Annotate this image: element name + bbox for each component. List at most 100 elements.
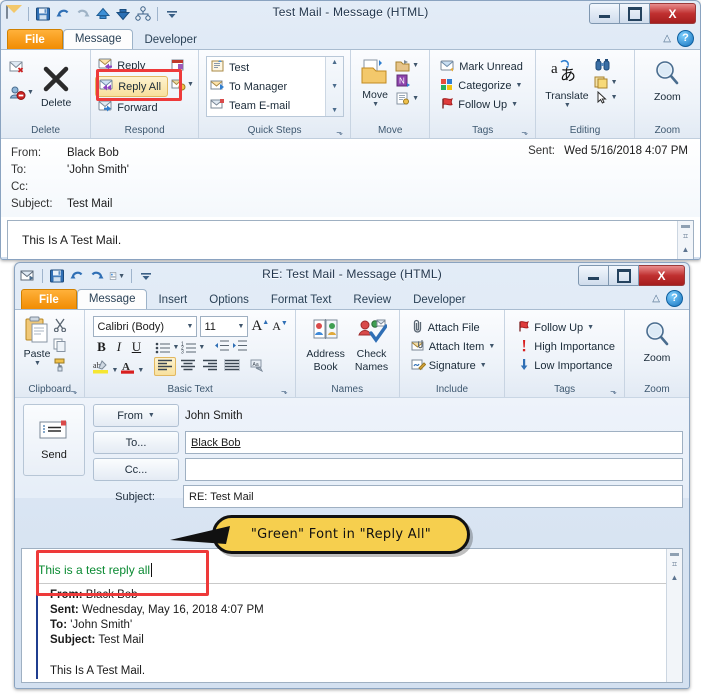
split-handle-icon[interactable]: ⌗ bbox=[683, 231, 688, 242]
from-dropdown-arrow[interactable]: ▼ bbox=[148, 412, 155, 419]
font-color-dropdown-arrow[interactable]: ▼ bbox=[137, 367, 144, 374]
highlight-dropdown-arrow[interactable]: ▼ bbox=[111, 367, 118, 374]
follow-up-button[interactable]: Follow Up ▼ bbox=[437, 95, 521, 114]
subject-input[interactable]: RE: Test Mail bbox=[183, 485, 683, 508]
quick-steps-dialog-launcher[interactable]: ⬎ bbox=[335, 128, 344, 137]
paste-button[interactable]: Paste ▼ bbox=[19, 315, 53, 367]
maximize-button[interactable] bbox=[620, 3, 650, 24]
options-icon[interactable]: ▼ bbox=[109, 268, 125, 284]
quick-access-toolbar-compose[interactable]: ▼ bbox=[20, 266, 154, 286]
workflow-icon[interactable] bbox=[135, 6, 151, 22]
attach-item-dropdown-arrow[interactable]: ▼ bbox=[488, 343, 495, 350]
compose-window-controls[interactable]: X bbox=[578, 265, 685, 286]
rules-dropdown-arrow[interactable]: ▼ bbox=[412, 62, 419, 69]
tab-file-compose[interactable]: File bbox=[21, 289, 77, 310]
clear-formatting-icon[interactable]: Aa bbox=[250, 359, 267, 375]
forward-button[interactable]: Forward bbox=[95, 98, 168, 117]
font-size-dropdown-arrow[interactable]: ▼ bbox=[238, 323, 245, 330]
tags-dialog-launcher[interactable]: ⬎ bbox=[520, 128, 529, 137]
cc-input[interactable] bbox=[185, 458, 683, 481]
align-right-icon[interactable] bbox=[200, 358, 220, 375]
shrink-font-icon[interactable]: A▼ bbox=[272, 319, 288, 334]
save-icon[interactable] bbox=[35, 6, 51, 22]
select-dropdown-arrow[interactable]: ▼ bbox=[611, 94, 618, 101]
to-input[interactable]: Black Bob bbox=[185, 431, 683, 454]
select-pointer-icon[interactable]: ▼ bbox=[594, 91, 618, 104]
follow-up-dropdown-arrow[interactable]: ▼ bbox=[511, 101, 518, 108]
font-color-icon[interactable]: A ▼ bbox=[120, 359, 144, 374]
close-button-compose[interactable]: X bbox=[639, 265, 685, 286]
next-item-icon[interactable] bbox=[115, 6, 131, 22]
font-size-value[interactable]: 11 bbox=[204, 321, 236, 333]
split-handle-icon-compose[interactable]: ⌗ bbox=[672, 559, 677, 570]
tab-review[interactable]: Review bbox=[342, 291, 402, 310]
follow-up-button-compose[interactable]: Follow Up ▼ bbox=[514, 318, 597, 337]
previous-item-icon[interactable] bbox=[95, 6, 111, 22]
mark-unread-button[interactable]: Mark Unread bbox=[437, 57, 526, 76]
justify-icon[interactable] bbox=[222, 358, 242, 375]
tab-format-text[interactable]: Format Text bbox=[260, 291, 343, 310]
rules-icon[interactable]: ▼ bbox=[395, 59, 419, 72]
redo-icon[interactable] bbox=[75, 6, 91, 22]
tab-message[interactable]: Message bbox=[62, 29, 134, 50]
reply-all-button[interactable]: Reply All bbox=[95, 76, 169, 97]
bullet-list-icon[interactable]: ▼ bbox=[155, 341, 179, 354]
attach-file-button[interactable]: Attach File bbox=[408, 318, 483, 337]
save-icon-compose[interactable] bbox=[49, 268, 65, 284]
format-painter-icon[interactable] bbox=[53, 358, 67, 375]
help-icon[interactable]: ? bbox=[677, 30, 694, 47]
actions-icon[interactable]: ▼ bbox=[395, 92, 419, 105]
text-highlight-icon[interactable]: ab ▼ bbox=[93, 359, 118, 374]
read-ribbon-tabs[interactable]: File Message Developer △ ? bbox=[1, 28, 700, 50]
ignore-icon[interactable] bbox=[9, 60, 34, 78]
undo-icon-compose[interactable] bbox=[69, 268, 85, 284]
send-button[interactable]: Send bbox=[23, 404, 85, 476]
read-window-controls[interactable]: X bbox=[589, 3, 696, 24]
tab-insert[interactable]: Insert bbox=[147, 291, 198, 310]
scroll-up-arrow-icon-compose[interactable]: ▲ bbox=[671, 573, 679, 582]
envelope-icon[interactable] bbox=[6, 5, 22, 22]
scroll-collapse-icon[interactable] bbox=[681, 225, 690, 228]
find-binoculars-icon[interactable] bbox=[594, 58, 618, 74]
high-importance-button[interactable]: High Importance bbox=[514, 337, 618, 356]
related-icon[interactable]: ▼ bbox=[594, 76, 618, 89]
zoom-button[interactable]: Zoom bbox=[647, 57, 687, 103]
quick-step-team-email[interactable]: Team E-mail bbox=[207, 96, 325, 115]
tab-message-compose[interactable]: Message bbox=[76, 289, 148, 310]
font-name-dropdown-arrow[interactable]: ▼ bbox=[187, 323, 194, 330]
minimize-button-compose[interactable] bbox=[578, 265, 609, 286]
junk-icon[interactable]: ▼ bbox=[9, 85, 34, 100]
numbered-list-icon[interactable]: 123 ▼ bbox=[181, 341, 205, 354]
minimize-button[interactable] bbox=[589, 3, 620, 24]
junk-dropdown-arrow[interactable]: ▼ bbox=[27, 89, 34, 96]
move-button[interactable]: Move ▼ bbox=[355, 57, 395, 108]
zoom-button-compose[interactable]: Zoom bbox=[637, 318, 677, 364]
translate-dropdown-arrow[interactable]: ▼ bbox=[564, 102, 571, 109]
numbering-dropdown-arrow[interactable]: ▼ bbox=[198, 344, 205, 351]
move-dropdown-arrow[interactable]: ▼ bbox=[372, 101, 379, 108]
send-envelope-icon[interactable] bbox=[20, 268, 36, 284]
cc-button[interactable]: Cc... bbox=[93, 458, 179, 481]
related-dropdown-arrow[interactable]: ▼ bbox=[611, 79, 618, 86]
underline-button[interactable]: U bbox=[128, 339, 144, 355]
to-button[interactable]: To... bbox=[93, 431, 179, 454]
compose-body-area[interactable]: This is a test reply all From: Black Bob… bbox=[21, 548, 683, 683]
reply-button[interactable]: Reply bbox=[95, 56, 168, 75]
decrease-indent-icon[interactable] bbox=[214, 339, 230, 355]
grow-font-icon[interactable]: A▲ bbox=[251, 318, 269, 335]
italic-button[interactable]: I bbox=[111, 339, 126, 355]
read-message-body[interactable]: This Is A Test Mail. ⌗ ▲ bbox=[7, 220, 694, 259]
scroll-up-arrow-icon[interactable]: ▲ bbox=[682, 245, 690, 254]
cut-scissors-icon[interactable] bbox=[53, 318, 67, 335]
align-center-icon[interactable] bbox=[178, 358, 198, 375]
ribbon-help-area-compose[interactable]: △ ? bbox=[652, 290, 683, 307]
customize-qat-icon[interactable] bbox=[164, 6, 180, 22]
signature-dropdown-arrow[interactable]: ▼ bbox=[480, 362, 487, 369]
quick-steps-scroll-up-icon[interactable]: ▲ bbox=[331, 59, 338, 66]
categorize-dropdown-arrow[interactable]: ▼ bbox=[515, 82, 522, 89]
bullets-dropdown-arrow[interactable]: ▼ bbox=[172, 344, 179, 351]
font-name-value[interactable]: Calibri (Body) bbox=[97, 321, 185, 333]
customize-qat-icon-compose[interactable] bbox=[138, 268, 154, 284]
increase-indent-icon[interactable] bbox=[232, 339, 248, 355]
compose-ribbon-tabs[interactable]: File Message Insert Options Format Text … bbox=[15, 288, 689, 310]
